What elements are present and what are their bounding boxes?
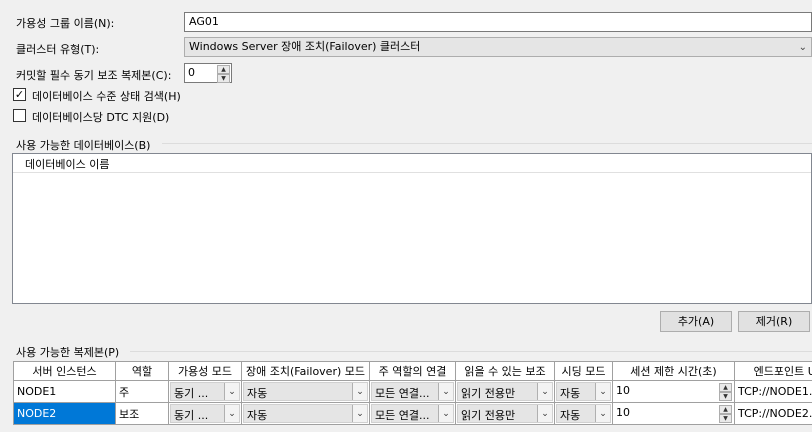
dtc-label: 데이터베이스당 DTC 지원(D) [32, 111, 170, 124]
col-availability-mode[interactable]: 가용성 모드 [168, 361, 242, 381]
required-sync-value: 0 [188, 66, 195, 79]
failover-mode-cell[interactable]: 자동 ⌄ [241, 380, 370, 403]
endpoint-url-cell[interactable]: TCP://NODE1. [734, 380, 812, 403]
spin-down-icon[interactable]: ▼ [217, 74, 230, 83]
check-icon: ✓ [14, 88, 25, 101]
chevron-down-icon[interactable]: ⌄ [537, 383, 552, 400]
col-session-timeout[interactable]: 세션 제한 시간(초) [612, 361, 735, 381]
server-instance-cell[interactable]: NODE1 [13, 380, 116, 403]
db-health-checkbox[interactable]: ✓ [13, 88, 26, 101]
databases-group-divider [162, 143, 812, 144]
role-cell: 주 [115, 380, 169, 403]
chevron-down-icon[interactable]: ⌄ [595, 405, 610, 422]
table-row[interactable]: NODE2 보조 동기 ... ⌄ 자동 ⌄ 모든 연결... ⌄ 읽기 전용만 ⌄ 자… [13, 402, 812, 425]
cluster-type-select[interactable]: Windows Server 장애 조치(Failover) 클러스터 ⌄ [184, 37, 812, 57]
col-server-instance[interactable]: 서버 인스턴스 [13, 361, 116, 381]
availability-mode-value: 동기 ... [174, 409, 209, 422]
failover-mode-cell[interactable]: 자동 ⌄ [241, 402, 370, 425]
session-timeout-value: 10 [616, 384, 630, 397]
primary-connections-value: 모든 연결... [375, 387, 430, 400]
chevron-down-icon[interactable]: ⌄ [352, 405, 367, 422]
database-name-header: 데이터베이스 이름 [25, 158, 110, 171]
chevron-down-icon[interactable]: ⌄ [352, 383, 367, 400]
replicas-grid[interactable]: 서버 인스턴스 역할 가용성 모드 장애 조치(Failover) 모드 주 역… [13, 361, 812, 432]
role-cell: 보조 [115, 402, 169, 425]
col-primary-connections[interactable]: 주 역할의 연결 [369, 361, 456, 381]
chevron-down-icon[interactable]: ⌄ [224, 405, 239, 422]
seeding-mode-cell[interactable]: 자동 ⌄ [554, 402, 613, 425]
cluster-type-label: 클러스터 유형(T): [16, 43, 100, 56]
availability-mode-cell[interactable]: 동기 ... ⌄ [168, 402, 242, 425]
databases-group-label: 사용 가능한 데이터베이스(B) [16, 139, 151, 152]
primary-connections-cell[interactable]: 모든 연결... ⌄ [369, 402, 456, 425]
chevron-down-icon[interactable]: ⌄ [438, 383, 453, 400]
primary-connections-value: 모든 연결... [375, 409, 430, 422]
remove-database-button[interactable]: 제거(R) [738, 311, 810, 332]
spin-down-icon[interactable]: ▼ [719, 392, 732, 401]
col-endpoint-url[interactable]: 엔드포인트 UR [734, 361, 812, 381]
add-database-button[interactable]: 추가(A) [660, 311, 732, 332]
readable-secondary-value: 읽기 전용만 [461, 387, 516, 400]
table-row[interactable]: NODE1 주 동기 ... ⌄ 자동 ⌄ 모든 연결... ⌄ 읽기 전용만 ⌄ 자동… [13, 380, 812, 403]
required-sync-label: 커밋할 필수 동기 보조 복제본(C): [16, 69, 172, 82]
col-failover-mode[interactable]: 장애 조치(Failover) 모드 [241, 361, 370, 381]
session-timeout-cell[interactable]: 10 ▲ ▼ [612, 402, 735, 425]
databases-list[interactable]: 데이터베이스 이름 [12, 153, 812, 304]
readable-secondary-cell[interactable]: 읽기 전용만 ⌄ [455, 380, 555, 403]
session-timeout-cell[interactable]: 10 ▲ ▼ [612, 380, 735, 403]
ag-name-input[interactable]: AG01 [184, 12, 812, 32]
session-timeout-value: 10 [616, 406, 630, 419]
spin-up-icon[interactable]: ▲ [719, 405, 732, 414]
primary-connections-cell[interactable]: 모든 연결... ⌄ [369, 380, 456, 403]
replicas-header-row: 서버 인스턴스 역할 가용성 모드 장애 조치(Failover) 모드 주 역… [13, 361, 812, 381]
seeding-mode-value: 자동 [560, 409, 581, 422]
seeding-mode-cell[interactable]: 자동 ⌄ [554, 380, 613, 403]
readable-secondary-cell[interactable]: 읽기 전용만 ⌄ [455, 402, 555, 425]
availability-mode-value: 동기 ... [174, 387, 209, 400]
cluster-type-value: Windows Server 장애 조치(Failover) 클러스터 [189, 40, 421, 53]
spin-up-icon[interactable]: ▲ [217, 65, 230, 74]
failover-mode-value: 자동 [247, 409, 268, 422]
failover-mode-value: 자동 [247, 387, 268, 400]
db-health-label: 데이터베이스 수준 상태 검색(H) [32, 90, 181, 103]
server-instance-cell[interactable]: NODE2 [13, 402, 116, 425]
ag-name-label: 가용성 그룹 이름(N): [16, 17, 115, 30]
col-seeding-mode[interactable]: 시딩 모드 [554, 361, 613, 381]
spin-up-icon[interactable]: ▲ [719, 383, 732, 392]
col-role[interactable]: 역할 [115, 361, 169, 381]
availability-mode-cell[interactable]: 동기 ... ⌄ [168, 380, 242, 403]
databases-column-header[interactable]: 데이터베이스 이름 [13, 154, 811, 173]
endpoint-url-cell[interactable]: TCP://NODE2. [734, 402, 812, 425]
replicas-group-label: 사용 가능한 복제본(P) [16, 346, 120, 359]
required-sync-stepper[interactable]: 0 ▲ ▼ [184, 63, 232, 83]
readable-secondary-value: 읽기 전용만 [461, 409, 516, 422]
chevron-down-icon[interactable]: ⌄ [224, 383, 239, 400]
chevron-down-icon: ⌄ [798, 42, 807, 53]
chevron-down-icon[interactable]: ⌄ [438, 405, 453, 422]
col-readable-secondary[interactable]: 읽을 수 있는 보조 [455, 361, 555, 381]
seeding-mode-value: 자동 [560, 387, 581, 400]
replicas-group-divider [130, 351, 812, 352]
spin-down-icon[interactable]: ▼ [719, 414, 732, 423]
chevron-down-icon[interactable]: ⌄ [595, 383, 610, 400]
dtc-checkbox[interactable] [13, 109, 26, 122]
chevron-down-icon[interactable]: ⌄ [537, 405, 552, 422]
